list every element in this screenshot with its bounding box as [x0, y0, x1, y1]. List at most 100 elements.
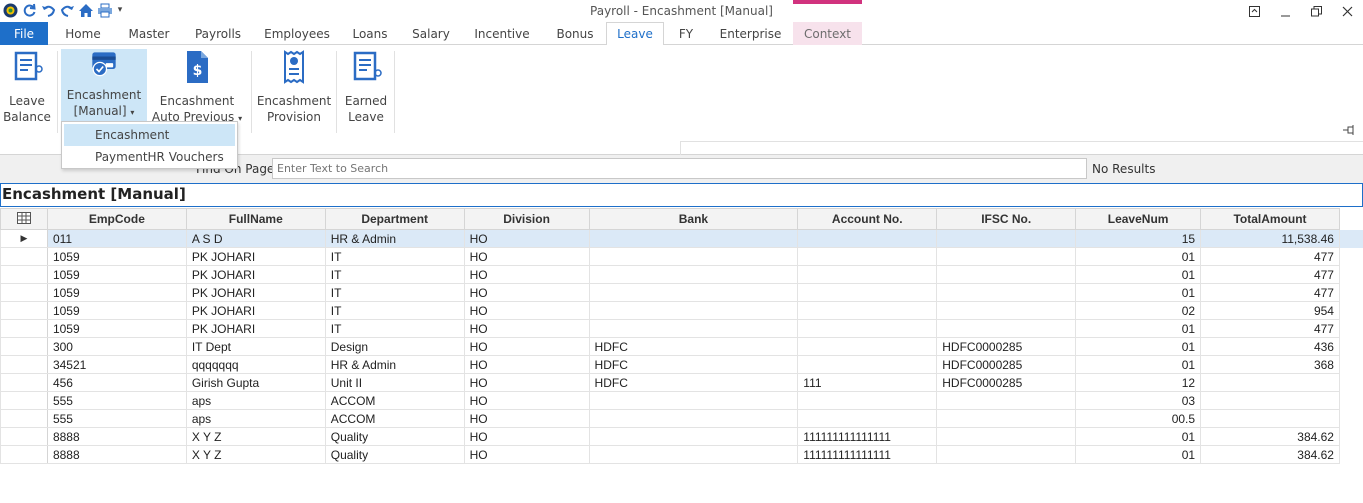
tab-bonus[interactable]: Bonus — [544, 22, 606, 45]
column-header-division[interactable]: Division — [463, 208, 590, 230]
cell-ifsc-no[interactable] — [936, 229, 1077, 248]
cell-division[interactable]: HO — [463, 427, 590, 446]
cell-empcode[interactable]: 1059 — [46, 247, 187, 266]
cell-ifsc-no[interactable] — [936, 391, 1077, 410]
cell-fullname[interactable]: IT Dept — [185, 337, 326, 356]
row-indicator[interactable] — [0, 265, 48, 284]
cell-fullname[interactable]: PK JOHARI — [185, 283, 326, 302]
cell-division[interactable]: HO — [463, 229, 590, 248]
cell-department[interactable]: HR & Admin — [324, 355, 465, 374]
maximize-icon[interactable] — [1301, 0, 1332, 22]
cell-department[interactable]: Unit II — [324, 373, 465, 392]
cell-bank[interactable]: HDFC — [588, 373, 799, 392]
encashment-manual-button[interactable]: Encashment [Manual] ▾ — [61, 49, 147, 121]
cell-bank[interactable]: HDFC — [588, 337, 799, 356]
table-row[interactable]: 1059 PK JOHARI IT HO 01 477 — [0, 319, 1363, 338]
cell-account-no[interactable] — [797, 229, 938, 248]
cell-leavenum[interactable]: 01 — [1075, 265, 1202, 284]
cell-division[interactable]: HO — [463, 373, 590, 392]
cell-ifsc-no[interactable] — [936, 445, 1077, 464]
cell-fullname[interactable]: aps — [185, 409, 326, 428]
pin-ribbon-icon[interactable] — [1343, 125, 1355, 138]
tab-file[interactable]: File — [0, 22, 48, 45]
row-indicator[interactable] — [0, 355, 48, 374]
cell-bank[interactable] — [588, 319, 799, 338]
cell-leavenum[interactable]: 01 — [1075, 445, 1202, 464]
cell-ifsc-no[interactable]: HDFC0000285 — [936, 355, 1077, 374]
cell-ifsc-no[interactable] — [936, 319, 1077, 338]
column-chooser-icon[interactable] — [0, 208, 48, 230]
cell-fullname[interactable]: X Y Z — [185, 445, 326, 464]
cell-leavenum[interactable]: 01 — [1075, 283, 1202, 302]
cell-department[interactable]: IT — [324, 319, 465, 338]
tab-salary[interactable]: Salary — [402, 22, 460, 45]
table-row[interactable]: ▶ 011 A S D HR & Admin HO 15 11,538.46 — [0, 229, 1363, 248]
tab-context[interactable]: Context — [793, 22, 862, 45]
cell-ifsc-no[interactable] — [936, 265, 1077, 284]
earned-leave-button[interactable]: Earned Leave — [341, 49, 391, 129]
cell-leavenum[interactable]: 01 — [1075, 247, 1202, 266]
cell-empcode[interactable]: 555 — [46, 391, 187, 410]
cell-ifsc-no[interactable] — [936, 409, 1077, 428]
cell-fullname[interactable]: PK JOHARI — [185, 301, 326, 320]
cell-leavenum[interactable]: 12 — [1075, 373, 1202, 392]
cell-fullname[interactable]: PK JOHARI — [185, 247, 326, 266]
cell-account-no[interactable] — [797, 265, 938, 284]
cell-account-no[interactable] — [797, 391, 938, 410]
cell-bank[interactable] — [588, 265, 799, 284]
cell-account-no[interactable] — [797, 409, 938, 428]
cell-account-no[interactable]: 111111111111111 — [797, 427, 938, 446]
cell-division[interactable]: HO — [463, 355, 590, 374]
row-indicator[interactable] — [0, 391, 48, 410]
table-row[interactable]: 1059 PK JOHARI IT HO 01 477 — [0, 283, 1363, 302]
cell-leavenum[interactable]: 03 — [1075, 391, 1202, 410]
cell-fullname[interactable]: aps — [185, 391, 326, 410]
menu-item-encashment[interactable]: Encashment — [64, 124, 235, 146]
cell-totalamount[interactable]: 11,538.46 — [1200, 229, 1340, 248]
tab-home[interactable]: Home — [48, 22, 118, 45]
cell-empcode[interactable]: 1059 — [46, 265, 187, 284]
cell-totalamount[interactable]: 436 — [1200, 337, 1340, 356]
cell-totalamount[interactable]: 954 — [1200, 301, 1340, 320]
column-header-account-no[interactable]: Account No. — [797, 208, 938, 230]
row-indicator[interactable] — [0, 319, 48, 338]
cell-division[interactable]: HO — [463, 301, 590, 320]
cell-totalamount[interactable]: 384.62 — [1200, 427, 1340, 446]
close-icon[interactable] — [1332, 0, 1363, 22]
row-indicator[interactable] — [0, 337, 48, 356]
column-header-totalamount[interactable]: TotalAmount — [1200, 208, 1340, 230]
table-row[interactable]: 300 IT Dept Design HO HDFC HDFC0000285 01 436 — [0, 337, 1363, 356]
cell-account-no[interactable]: 111 — [797, 373, 938, 392]
cell-division[interactable]: HO — [463, 319, 590, 338]
cell-empcode[interactable]: 456 — [46, 373, 187, 392]
cell-empcode[interactable]: 555 — [46, 409, 187, 428]
cell-ifsc-no[interactable] — [936, 283, 1077, 302]
minimize-icon[interactable] — [1270, 0, 1301, 22]
cell-leavenum[interactable]: 01 — [1075, 337, 1202, 356]
cell-empcode[interactable]: 34521 — [46, 355, 187, 374]
cell-department[interactable]: IT — [324, 283, 465, 302]
cell-leavenum[interactable]: 01 — [1075, 427, 1202, 446]
cell-totalamount[interactable] — [1200, 391, 1340, 410]
cell-bank[interactable] — [588, 247, 799, 266]
cell-department[interactable]: IT — [324, 247, 465, 266]
cell-fullname[interactable]: qqqqqqq — [185, 355, 326, 374]
table-row[interactable]: 1059 PK JOHARI IT HO 01 477 — [0, 247, 1363, 266]
cell-totalamount[interactable] — [1200, 373, 1340, 392]
cell-division[interactable]: HO — [463, 391, 590, 410]
tab-loans[interactable]: Loans — [338, 22, 402, 45]
encashment-provision-button[interactable]: Encashment Provision — [257, 49, 331, 129]
cell-division[interactable]: HO — [463, 283, 590, 302]
cell-leavenum[interactable]: 01 — [1075, 319, 1202, 338]
cell-bank[interactable] — [588, 445, 799, 464]
cell-department[interactable]: Quality — [324, 427, 465, 446]
column-header-empcode[interactable]: EmpCode — [46, 208, 187, 230]
cell-department[interactable]: HR & Admin — [324, 229, 465, 248]
current-row-indicator-icon[interactable]: ▶ — [0, 229, 48, 248]
column-header-ifsc-no[interactable]: IFSC No. — [936, 208, 1077, 230]
table-row[interactable]: 1059 PK JOHARI IT HO 01 477 — [0, 265, 1363, 284]
row-indicator[interactable] — [0, 247, 48, 266]
table-row[interactable]: 1059 PK JOHARI IT HO 02 954 — [0, 301, 1363, 320]
cell-department[interactable]: IT — [324, 301, 465, 320]
cell-totalamount[interactable]: 477 — [1200, 283, 1340, 302]
